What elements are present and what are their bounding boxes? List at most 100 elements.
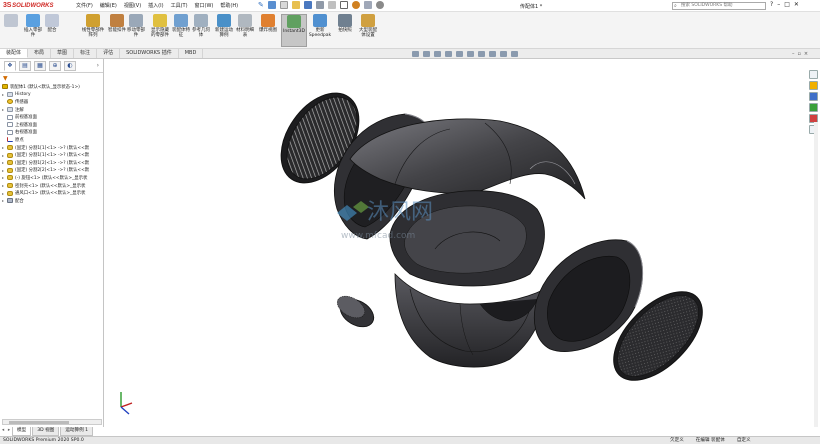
ribbon-assembly-feature-button[interactable]: 装配体特征 <box>172 14 190 38</box>
apply-scene-icon[interactable] <box>500 51 507 57</box>
file-properties-icon[interactable] <box>363 1 372 9</box>
feature-manager-tab-icon[interactable]: ❖ <box>4 60 16 71</box>
tree-item[interactable]: 前视基准面 <box>2 113 103 121</box>
zoom-area-icon[interactable] <box>423 51 430 57</box>
minimize-icon[interactable]: – <box>777 1 780 8</box>
view-palette-icon[interactable] <box>809 103 818 112</box>
ribbon-speedpak-button[interactable]: 更新 Speedpak <box>308 14 332 38</box>
zoom-to-fit-icon[interactable] <box>412 51 419 57</box>
tree-item[interactable]: 传感器 <box>2 98 103 106</box>
options-gear-icon[interactable] <box>375 1 384 9</box>
scrollbar-thumb[interactable] <box>9 421 69 424</box>
tab-motion-study[interactable]: 运动算例 1 <box>60 427 94 436</box>
knob-part[interactable] <box>334 292 379 333</box>
doc-minimize-icon[interactable]: – <box>792 51 795 57</box>
ribbon-label: 大型装配体设置 <box>359 28 377 38</box>
tree-item[interactable]: ▸ 通风口<1> (默认<<默认>_显示状 <box>2 189 103 197</box>
help-question-icon[interactable]: ? <box>770 1 773 8</box>
pin-icon[interactable]: ✎ <box>258 1 264 9</box>
rebuild-icon[interactable] <box>351 1 360 9</box>
ribbon-bom-button[interactable]: 材料明细表 <box>236 14 254 38</box>
menu-help[interactable]: 帮助(H) <box>220 2 238 9</box>
maximize-icon[interactable]: □ <box>784 1 790 8</box>
ribbon-motion-study-button[interactable]: 新建运动算例 <box>214 14 234 38</box>
design-library-icon[interactable] <box>809 81 818 90</box>
menu-file[interactable]: 文件(F) <box>76 2 93 9</box>
section-view-icon[interactable] <box>445 51 452 57</box>
display-manager-tab-icon[interactable]: ◐ <box>64 60 76 71</box>
tree-item[interactable]: ▸ (固定) 分割2[2]<1> ->? (默认<<默 <box>2 167 103 175</box>
ribbon-smart-fastener-button[interactable]: 智能扣件 <box>108 14 126 33</box>
home-icon[interactable] <box>267 1 276 9</box>
ribbon-edit-component-button[interactable] <box>4 14 18 28</box>
ribbon-exploded-view-button[interactable]: 爆炸视图 <box>258 14 278 33</box>
ribbon-instant3d-button[interactable]: Instant3D <box>281 14 307 47</box>
tab-3d-views[interactable]: 3D 视图 <box>32 427 60 436</box>
tab-mbd[interactable]: MBD <box>179 49 204 58</box>
doc-close-icon[interactable]: × <box>804 51 808 57</box>
menu-insert[interactable]: 插入(I) <box>148 2 163 9</box>
ribbon-insert-component-button[interactable]: 插入零部件 <box>22 14 44 38</box>
tree-item[interactable]: ▸ 注解 <box>2 106 103 114</box>
panel-horizontal-scrollbar[interactable] <box>2 419 102 425</box>
tree-item[interactable]: ▸ (-) 旋钮<1> (默认<<默认>_显示状 <box>2 174 103 182</box>
panel-more-arrow-icon[interactable]: › <box>97 62 99 69</box>
view-settings-icon[interactable] <box>511 51 518 57</box>
tree-item[interactable]: 上视基准面 <box>2 121 103 129</box>
tree-item[interactable]: ▸ History <box>2 91 103 99</box>
status-units[interactable]: 自定义 <box>737 437 751 444</box>
close-icon[interactable]: ✕ <box>794 1 799 8</box>
solidworks-resources-icon[interactable] <box>809 70 818 79</box>
dimxpert-tab-icon[interactable]: ⊕ <box>49 60 61 71</box>
tree-item[interactable]: 右视基准面 <box>2 129 103 137</box>
view-orientation-icon[interactable] <box>456 51 463 57</box>
tab-evaluate[interactable]: 评估 <box>97 49 121 58</box>
hide-show-items-icon[interactable] <box>478 51 485 57</box>
tab-markup[interactable]: 标注 <box>74 49 98 58</box>
ribbon-reference-geometry-button[interactable]: 参考几何体 <box>192 14 210 38</box>
tab-layout[interactable]: 布局 <box>28 49 52 58</box>
tree-root[interactable]: 装配体1 (默认<默认_显示状态-1>) <box>2 83 103 91</box>
exploded-assembly-model[interactable]: 沐风网 www.mfcad.com <box>105 59 807 427</box>
file-explorer-icon[interactable] <box>809 92 818 101</box>
tab-assembly[interactable]: 装配体 <box>0 49 29 58</box>
graphics-area[interactable]: 沐风网 www.mfcad.com <box>105 59 807 427</box>
ribbon-linear-pattern-button[interactable]: 线性零部件阵列 <box>80 14 106 38</box>
menu-edit[interactable]: 编辑(E) <box>100 2 117 9</box>
help-search-input[interactable]: ⌕ 搜索 SOLIDWORKS 帮助 <box>672 2 766 10</box>
tree-item[interactable]: ▸ (固定) 分割1[2]<1> ->? (默认<<默 <box>2 159 103 167</box>
open-folder-icon[interactable] <box>291 1 300 9</box>
edit-appearance-icon[interactable] <box>489 51 496 57</box>
select-cursor-icon[interactable] <box>339 1 348 9</box>
ribbon-large-assembly-button[interactable]: 大型装配体设置 <box>358 14 378 38</box>
menu-view[interactable]: 视图(V) <box>124 2 141 9</box>
display-style-icon[interactable] <box>467 51 474 57</box>
previous-view-icon[interactable] <box>434 51 441 57</box>
save-icon[interactable] <box>303 1 312 9</box>
viewport-scrollbar[interactable] <box>814 122 818 427</box>
tree-item[interactable]: ▸ 配合 <box>2 197 103 205</box>
menu-bar: 文件(F) 编辑(E) 视图(V) 插入(I) 工具(T) 窗口(W) 帮助(H… <box>76 2 238 9</box>
tree-item[interactable]: 原点 <box>2 136 103 144</box>
new-document-icon[interactable] <box>279 1 288 9</box>
doc-restore-icon[interactable]: ▫ <box>798 51 801 57</box>
configuration-manager-tab-icon[interactable]: ▦ <box>34 60 46 71</box>
ribbon-mate-button[interactable]: 配合 <box>44 14 60 33</box>
tree-item[interactable]: ▸ 密封壳<1> (默认<<默认>_显示状 <box>2 182 103 190</box>
ribbon-snapshot-button[interactable]: 拍快照 <box>336 14 354 33</box>
lower-bowl-part[interactable] <box>394 273 546 368</box>
tree-filter-icon[interactable]: ▼ <box>0 73 103 83</box>
tree-item[interactable]: ▸ (固定) 分割1[1]<1> ->? (默认<<默 <box>2 144 103 152</box>
menu-window[interactable]: 窗口(W) <box>195 2 214 9</box>
ribbon-show-hidden-button[interactable]: 显示隐藏的零部件 <box>150 14 170 38</box>
tree-item[interactable]: ▸ (固定) 分割1[1]<1> ->? (默认<<默 <box>2 151 103 159</box>
tab-sketch[interactable]: 草图 <box>51 49 75 58</box>
undo-icon[interactable] <box>327 1 336 9</box>
menu-tools[interactable]: 工具(T) <box>171 2 188 9</box>
ribbon-move-component-button[interactable]: 移动零部件 <box>126 14 146 38</box>
tab-model[interactable]: 模型 <box>12 427 32 436</box>
solidworks-logo[interactable]: 3S SOLIDWORKS <box>0 0 68 12</box>
print-icon[interactable] <box>315 1 324 9</box>
tab-addins[interactable]: SOLIDWORKS 插件 <box>120 49 179 58</box>
property-manager-tab-icon[interactable]: ▤ <box>19 60 31 71</box>
